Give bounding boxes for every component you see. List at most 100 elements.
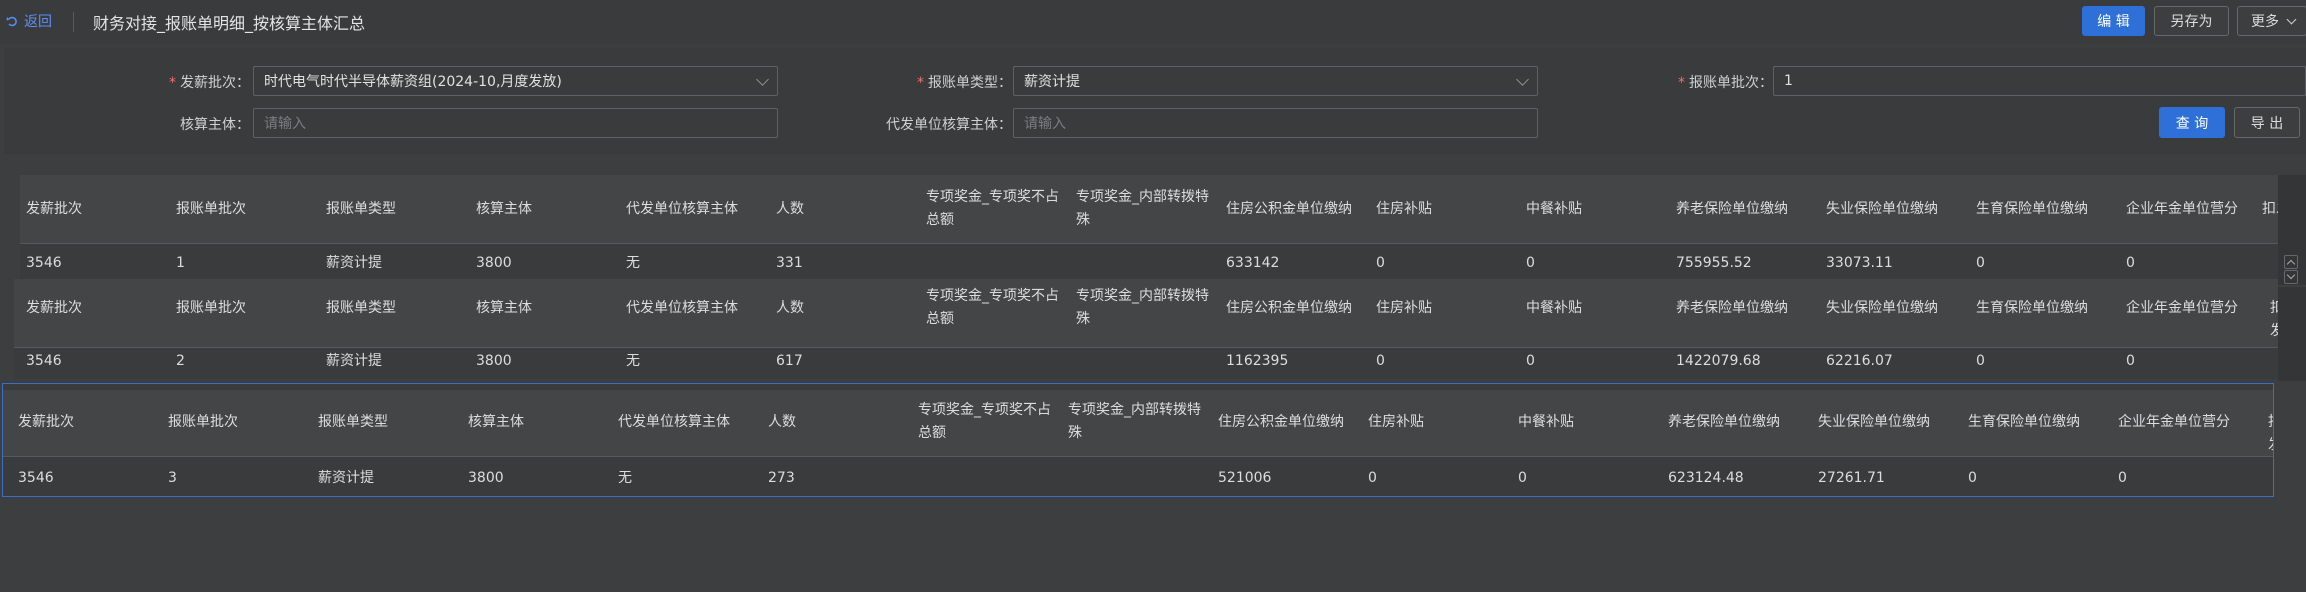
table-cell: 0 <box>1968 470 1977 486</box>
table-cell: 无 <box>626 353 640 369</box>
header-cell: 生育保险单位缴纳 <box>1976 300 2088 316</box>
edit-button[interactable]: 编 辑 <box>2082 6 2145 36</box>
summary-table-1: 发薪批次 报账单批次 报账单类型 核算主体 代发单位核算主体 人数 专项奖金_专… <box>20 175 2278 281</box>
back-label: 返回 <box>24 14 52 30</box>
save-as-button[interactable]: 另存为 <box>2154 6 2229 36</box>
batch-value: 时代电气时代半导体薪资组(2024-10,月度发放) <box>264 74 562 90</box>
header-cell: 住房公积金单位缴纳 <box>1218 414 1344 430</box>
header-cell: 代发单位核算主体 <box>626 300 738 316</box>
header-cell: 报账单批次 <box>176 300 246 316</box>
table-cell: 0 <box>2126 255 2135 271</box>
more-button[interactable]: 更多 <box>2237 6 2306 36</box>
type-select[interactable]: 薪资计提 <box>1013 66 1538 96</box>
table-cell: 0 <box>1526 353 1535 369</box>
table-cell: 3546 <box>18 470 54 486</box>
entity-label: 核算主体： <box>180 117 250 133</box>
header-cell: 人数 <box>776 201 804 217</box>
header-cell: 报账单批次 <box>176 201 246 217</box>
header-cell: 中餐补贴 <box>1526 300 1582 316</box>
header-cell: 企业年金单位营分 <box>2126 201 2238 217</box>
scrollbar[interactable] <box>2278 287 2306 381</box>
table-cell: 331 <box>776 255 803 271</box>
batch-select[interactable]: 时代电气时代半导体薪资组(2024-10,月度发放) <box>253 66 778 96</box>
table-cell: 薪资计提 <box>326 353 382 369</box>
table-cell: 3546 <box>26 353 62 369</box>
back-button[interactable]: 返回 <box>6 10 52 32</box>
export-button[interactable]: 导 出 <box>2234 107 2300 138</box>
table-cell: 755955.52 <box>1676 255 1752 271</box>
table-cell: 无 <box>626 255 640 271</box>
table-row[interactable]: 3546 1 薪资计提 3800 无 331 633142 0 0 755955… <box>20 243 2278 281</box>
table-cell: 0 <box>2118 470 2127 486</box>
table-cell: 0 <box>1976 353 1985 369</box>
header-cell: 住房补贴 <box>1376 201 1432 217</box>
table-header: 发薪批次 报账单批次 报账单类型 核算主体 代发单位核算主体 人数 专项奖金_专… <box>14 279 2278 347</box>
header-cell: 企业年金单位营分 <box>2126 300 2238 316</box>
table-row[interactable]: 3546 2 薪资计提 3800 无 617 1162395 0 0 14220… <box>14 347 2278 379</box>
header-cell: 报账单类型 <box>326 201 396 217</box>
reimb-batch-label: * 报账单批次： <box>1678 75 1773 91</box>
chevron-down-icon <box>756 73 769 86</box>
header-cell: 住房补贴 <box>1368 414 1424 430</box>
header-cell: 核算主体 <box>476 300 532 316</box>
header-cell: 养老保险单位缴纳 <box>1676 300 1788 316</box>
header-cell: 企业年金单位营分 <box>2118 414 2230 430</box>
table-cell: 617 <box>776 353 803 369</box>
header-cell: 生育保险单位缴纳 <box>1968 414 2080 430</box>
scroll-up-icon[interactable] <box>2284 255 2298 269</box>
table-cell: 0 <box>2126 353 2135 369</box>
table-cell: 0 <box>1518 470 1527 486</box>
scroll-down-icon[interactable] <box>2284 270 2298 284</box>
header-cell: 住房公积金单位缴纳 <box>1226 201 1352 217</box>
header-cell: 失业保险单位缴纳 <box>1826 300 1938 316</box>
header-cell: 报账单类型 <box>326 300 396 316</box>
header-cell: 核算主体 <box>468 414 524 430</box>
filter-panel <box>4 48 2306 154</box>
agent-entity-label: 代发单位核算主体： <box>886 117 1012 133</box>
table-cell: 273 <box>768 470 795 486</box>
entity-input[interactable]: 请输入 <box>253 108 778 138</box>
header-cell: 报账单类型 <box>318 414 388 430</box>
summary-table-2: 发薪批次 报账单批次 报账单类型 核算主体 代发单位核算主体 人数 专项奖金_专… <box>14 279 2278 379</box>
table-cell: 62216.07 <box>1826 353 1893 369</box>
table-cell: 3 <box>168 470 177 486</box>
header-cell: 专项奖金_专项奖不占总额 <box>926 189 1059 228</box>
header-cell: 专项奖金_内部转拨特殊 <box>1076 189 1209 228</box>
more-label: 更多 <box>2251 14 2279 30</box>
table-cell: 3800 <box>476 353 512 369</box>
header-cell: 专项奖金_专项奖不占总额 <box>926 288 1059 327</box>
header-cell: 专项奖金_内部转拨特殊 <box>1076 288 1209 327</box>
header-cell: 核算主体 <box>476 201 532 217</box>
agent-entity-input[interactable]: 请输入 <box>1013 108 1538 138</box>
back-arrow-icon <box>6 16 17 27</box>
reimb-batch-value: 1 <box>1784 73 1793 89</box>
header-cell: 养老保险单位缴纳 <box>1668 414 1780 430</box>
table-header: 发薪批次 报账单批次 报账单类型 核算主体 代发单位核算主体 人数 专项奖金_专… <box>3 390 2273 456</box>
table-cell: 3800 <box>476 255 512 271</box>
header-cell: 失业保险单位缴纳 <box>1826 201 1938 217</box>
reimb-batch-input[interactable]: 1 <box>1773 66 2306 96</box>
header-cell: 扣发 <box>2268 411 2273 457</box>
table-row[interactable]: 3546 3 薪资计提 3800 无 273 521006 0 0 623124… <box>3 456 2273 496</box>
header-cell: 养老保险单位缴纳 <box>1676 201 1788 217</box>
header-cell: 扣发 <box>2270 300 2278 339</box>
table-header: 发薪批次 报账单批次 报账单类型 核算主体 代发单位核算主体 人数 专项奖金_专… <box>20 175 2278 243</box>
header-cell: 专项奖金_专项奖不占总额 <box>918 402 1051 441</box>
table-cell: 0 <box>1368 470 1377 486</box>
header-cell: 失业保险单位缴纳 <box>1818 414 1930 430</box>
query-button[interactable]: 查 询 <box>2159 107 2225 138</box>
table-cell: 33073.11 <box>1826 255 1893 271</box>
header-cell: 住房公积金单位缴纳 <box>1226 300 1352 316</box>
table-cell: 1 <box>176 255 185 271</box>
type-label: * 报账单类型： <box>917 75 1012 91</box>
table-cell: 薪资计提 <box>318 470 374 486</box>
header-cell: 代发单位核算主体 <box>626 201 738 217</box>
table-cell: 0 <box>1976 255 1985 271</box>
header-cell: 人数 <box>768 414 796 430</box>
batch-label: * 发薪批次： <box>169 75 250 91</box>
summary-table-3[interactable]: 发薪批次 报账单批次 报账单类型 核算主体 代发单位核算主体 人数 专项奖金_专… <box>2 383 2274 497</box>
chevron-down-icon <box>2286 14 2297 25</box>
type-value: 薪资计提 <box>1024 74 1080 90</box>
header-cell: 发薪批次 <box>18 414 74 430</box>
table-cell: 0 <box>1376 255 1385 271</box>
